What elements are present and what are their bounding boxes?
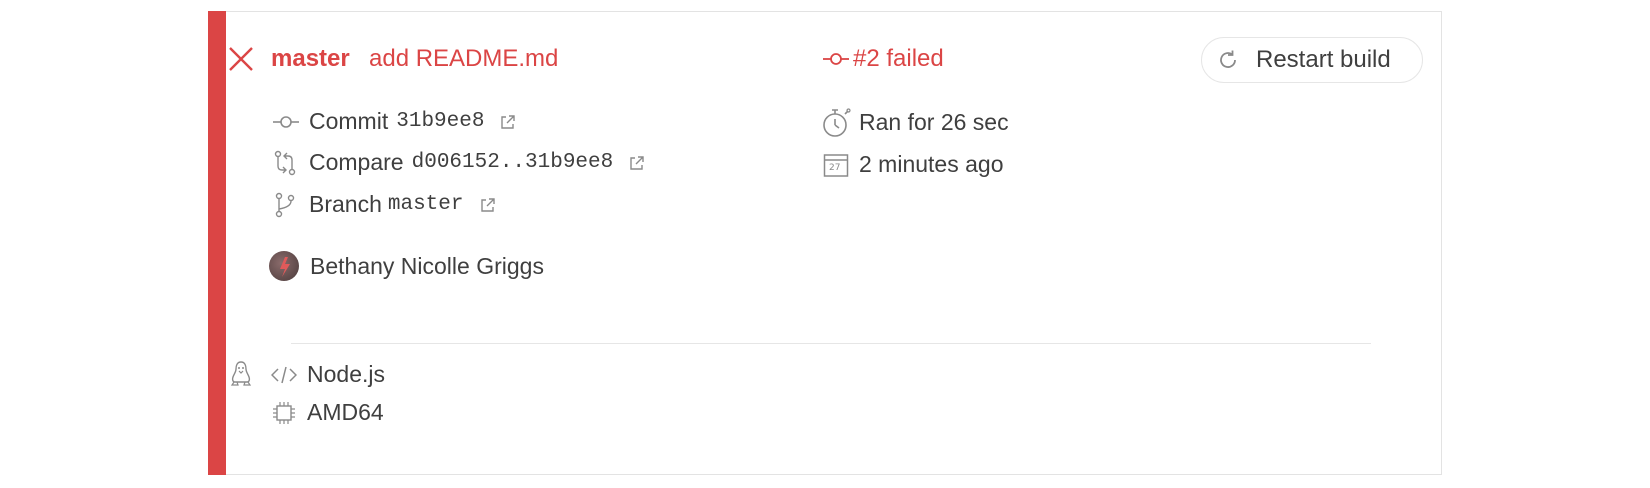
- language-row: Node.js: [271, 361, 385, 388]
- compare-range[interactable]: d006152..31b9ee8: [412, 151, 614, 174]
- compare-row: Compare d006152..31b9ee8: [273, 149, 645, 176]
- avatar: [269, 251, 299, 281]
- arch-text: AMD64: [307, 399, 384, 425]
- calendar-day: 27: [829, 162, 841, 173]
- external-link-icon[interactable]: [500, 114, 516, 130]
- build-card: master add README.md #2 failed Restart b…: [208, 11, 1442, 475]
- author-name[interactable]: Bethany Nicolle Griggs: [310, 253, 544, 280]
- restart-build-label: Restart build: [1256, 46, 1391, 73]
- arch-row: AMD64: [272, 399, 384, 426]
- calendar-icon: 27: [823, 152, 849, 178]
- commit-sha[interactable]: 31b9ee8: [396, 110, 484, 133]
- stopwatch-icon: [821, 106, 851, 138]
- commit-icon: [273, 115, 299, 129]
- language-text: Node.js: [307, 361, 385, 387]
- commit-icon: [823, 52, 849, 66]
- commit-label: Commit: [309, 108, 389, 134]
- restart-build-button[interactable]: Restart build: [1201, 37, 1423, 83]
- x-icon: [228, 46, 254, 72]
- commit-message[interactable]: add README.md: [369, 45, 558, 73]
- branch-title[interactable]: master: [271, 45, 350, 73]
- restart-icon: [1216, 48, 1240, 72]
- divider: [291, 343, 1371, 344]
- branch-row: Branch master: [273, 191, 496, 218]
- external-link-icon[interactable]: [480, 197, 496, 213]
- build-status-text: #2 failed: [853, 45, 944, 72]
- build-status[interactable]: #2 failed: [823, 45, 944, 73]
- cpu-icon: [272, 401, 296, 425]
- compare-label: Compare: [309, 149, 404, 175]
- branch-label: Branch: [309, 191, 382, 217]
- finished-text: 2 minutes ago: [859, 151, 1004, 177]
- finished-row: 27 2 minutes ago: [823, 151, 1003, 178]
- duration-row: Ran for 26 sec: [821, 106, 1009, 138]
- branch-name[interactable]: master: [388, 193, 464, 216]
- commit-row: Commit 31b9ee8: [273, 108, 516, 135]
- failed-status-stripe: [208, 11, 226, 475]
- author-row: Bethany Nicolle Griggs: [269, 251, 544, 281]
- linux-icon: [230, 360, 252, 386]
- code-icon: [271, 365, 297, 385]
- external-link-icon[interactable]: [629, 155, 645, 171]
- compare-icon: [273, 150, 297, 176]
- duration-text: Ran for 26 sec: [859, 108, 1009, 135]
- branch-icon: [273, 192, 297, 218]
